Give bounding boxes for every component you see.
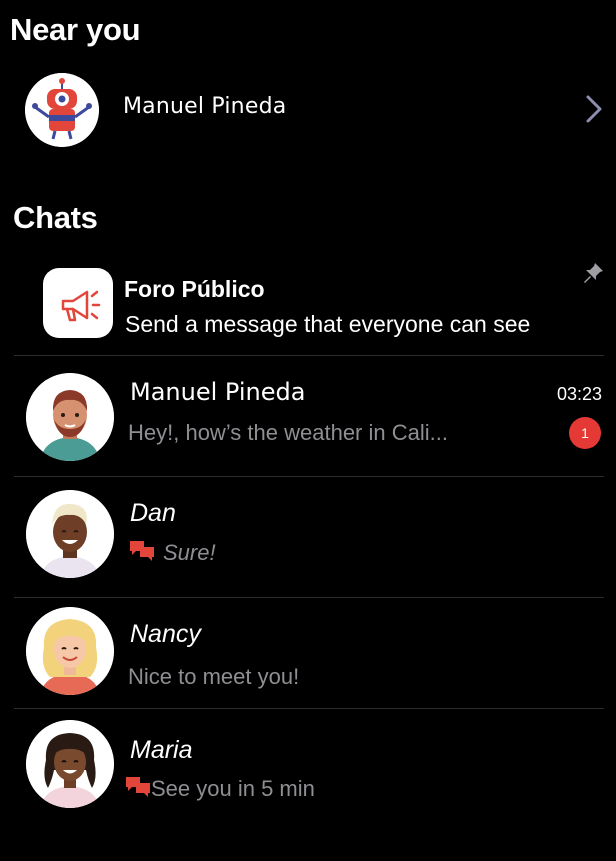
chat-row-nancy[interactable]: Nancy Nice to meet you!: [0, 598, 616, 708]
chat-row-dan[interactable]: Dan Sure!: [0, 477, 616, 597]
contact-avatar: [26, 373, 114, 461]
chat-row-foro-publico[interactable]: Foro Público Send a message that everyon…: [0, 262, 616, 356]
unread-badge: 1: [569, 417, 601, 449]
contact-avatar: [26, 607, 114, 695]
chat-name: Dan: [130, 499, 176, 527]
near-you-heading: Near you: [10, 12, 141, 47]
chat-bubbles-icon: [126, 777, 150, 797]
chats-heading: Chats: [13, 200, 98, 235]
chat-preview: See you in 5 min: [151, 776, 315, 801]
near-you-contact-row[interactable]: Manuel Pineda: [0, 68, 616, 148]
contact-avatar: [26, 720, 114, 808]
megaphone-icon: [43, 268, 113, 338]
chat-name: Manuel Pineda: [130, 378, 306, 406]
chat-row-manuel-pineda[interactable]: Manuel Pineda 03:23 Hey!, how’s the weat…: [0, 356, 616, 476]
chat-bubbles-icon: [130, 541, 154, 561]
chat-preview: Send a message that everyone can see: [125, 311, 531, 337]
chat-name: Nancy: [130, 620, 201, 648]
robot-avatar: [25, 73, 99, 147]
pin-icon: [584, 263, 603, 283]
chevron-right-icon[interactable]: [584, 94, 604, 124]
chat-preview: Nice to meet you!: [128, 664, 300, 689]
chat-row-maria[interactable]: Maria See you in 5 min: [0, 709, 616, 819]
contact-avatar: [26, 490, 114, 578]
chat-preview: Sure!: [163, 540, 216, 565]
chat-name: Foro Público: [124, 276, 265, 302]
near-you-contact-name: Manuel Pineda: [123, 94, 287, 119]
chat-preview: Hey!, how’s the weather in Cali...: [128, 420, 448, 445]
chat-time: 03:23: [556, 384, 602, 404]
chat-name: Maria: [130, 736, 193, 764]
